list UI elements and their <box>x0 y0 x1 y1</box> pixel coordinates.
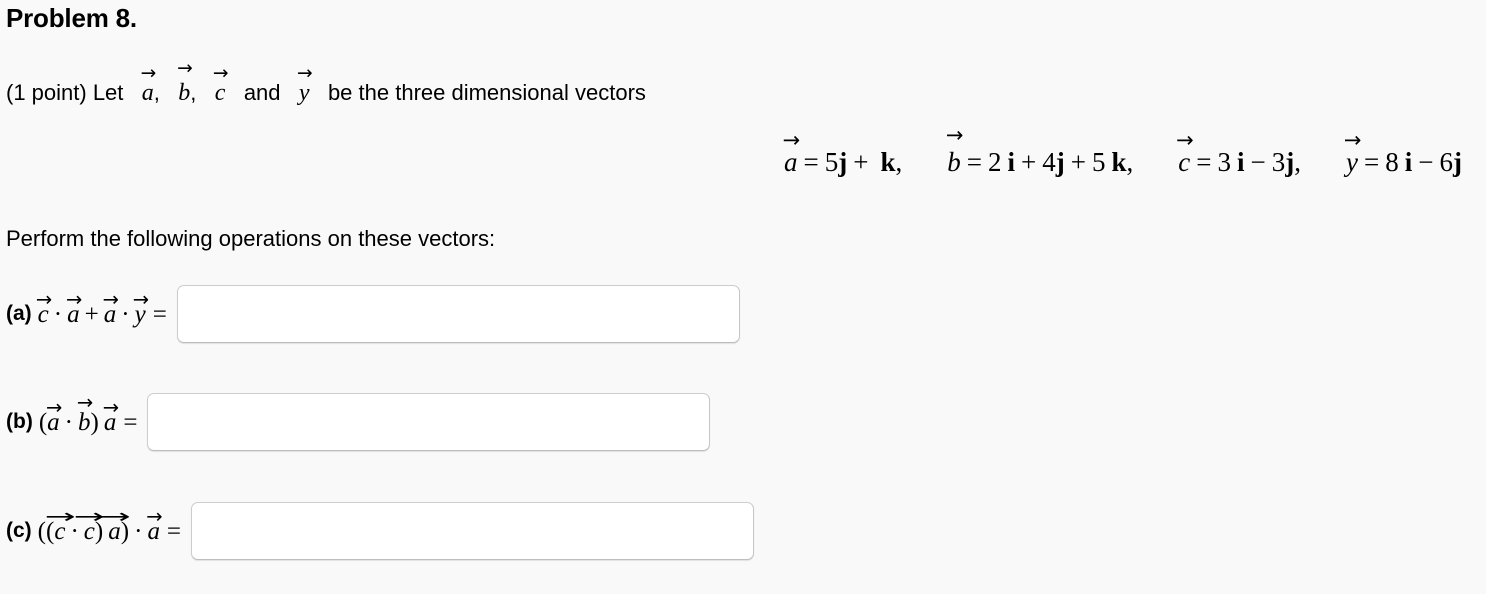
vector-c-symbol: → c <box>35 287 53 328</box>
definition-a: → a = 5j + k, <box>783 129 903 177</box>
part-c-expression: ((→ c · → c) → a) · → a = <box>37 504 181 545</box>
definition-c: → c = 3 i −3j, <box>1176 129 1301 177</box>
plus-sign: + <box>1021 147 1037 177</box>
vector-a-symbol: → a <box>98 504 131 545</box>
close-paren: ) <box>90 408 99 436</box>
vector-a-inline: → a <box>140 62 157 106</box>
plus-operator: + <box>84 300 99 328</box>
dot-operator: · <box>121 300 130 328</box>
unit-k: k <box>880 147 896 177</box>
vector-y-symbol: → y <box>132 287 150 328</box>
close-paren: ) <box>94 517 104 545</box>
definition-y: → y = 8 i −6j <box>1344 129 1462 177</box>
coef-8: 8 <box>1385 147 1399 177</box>
minus-sign: − <box>1418 147 1434 177</box>
vector-c-inline: → c <box>212 62 229 106</box>
vector-a-symbol: → a <box>102 395 119 436</box>
equals-sign: = <box>1196 147 1212 177</box>
vector-c-symbol: → c <box>44 504 76 545</box>
page-title: Problem 8. <box>6 3 137 33</box>
unit-i: i <box>1237 147 1245 177</box>
problem-intro-line: (1 point) Let → a, → b, → c and → y be the t… <box>6 57 646 110</box>
plus-sign: + <box>1070 147 1086 177</box>
equals-sign: = <box>166 517 181 545</box>
answer-row-c: (c) ((→ c · → c) → a) · → a = <box>6 502 754 560</box>
part-label-a: (a) <box>6 302 32 325</box>
answer-input-a[interactable] <box>176 285 740 343</box>
comma: , <box>895 147 903 177</box>
vector-arrow-icon: → <box>177 57 193 79</box>
intro-comma-1: , <box>153 80 160 105</box>
close-paren: ) <box>120 517 130 545</box>
answer-row-a: (a) → c · → a + → a · → y = <box>6 285 740 343</box>
intro-tail: be the three dimensional vectors <box>327 80 646 105</box>
dot-operator: · <box>53 300 63 328</box>
unit-i: i <box>1007 147 1015 177</box>
unit-j: j <box>1453 147 1462 177</box>
vector-b-symbol: → b <box>76 390 94 436</box>
instruction-text: Perform the following operations on thes… <box>6 226 496 251</box>
answer-input-b[interactable] <box>147 393 711 451</box>
plus-sign: + <box>853 147 869 177</box>
dot-operator: · <box>64 408 73 436</box>
vector-y-symbol: → y <box>1343 127 1362 177</box>
dot-operator: · <box>134 517 143 545</box>
coef-2: 2 <box>987 147 1002 177</box>
minus-sign: − <box>1250 147 1266 177</box>
vector-arrow-icon: → <box>945 121 964 147</box>
answer-input-c[interactable] <box>191 502 754 560</box>
unit-k: k <box>1111 147 1127 177</box>
equals-sign: = <box>152 300 167 328</box>
intro-and: and <box>243 80 281 105</box>
unit-i: i <box>1404 147 1413 177</box>
vector-b-inline: → b <box>177 57 193 106</box>
vector-a-symbol: → a <box>65 287 83 328</box>
open-paren: ( <box>46 517 55 545</box>
vector-b-symbol: → b <box>945 121 964 177</box>
open-paren: ( <box>37 517 46 545</box>
equals-sign: = <box>123 408 138 436</box>
part-label-b: (b) <box>6 410 33 433</box>
comma: , <box>1126 147 1134 177</box>
equals-sign: = <box>803 147 819 177</box>
comma: , <box>1294 147 1301 177</box>
points-prefix: (1 point) Let <box>6 80 124 105</box>
coef-3: 3 <box>1271 147 1286 177</box>
unit-j: j <box>1285 147 1295 177</box>
vector-a-symbol: → a <box>782 127 801 177</box>
vector-a-symbol: → a <box>45 395 63 436</box>
unit-j: j <box>1055 147 1065 177</box>
vector-a-symbol: → a <box>146 504 163 545</box>
vector-a-symbol: → a <box>102 287 119 328</box>
dot-operator: · <box>70 517 79 545</box>
part-a-expression: → c · → a + → a · → y = <box>35 287 167 328</box>
vector-c-symbol: → c <box>73 504 105 545</box>
part-label-c: (c) <box>6 519 32 542</box>
coef-5: 5 <box>824 147 839 177</box>
answer-row-b: (b) (→ a · → b) → a = <box>6 390 711 451</box>
definition-b: → b = 2 i +4j +5 k, <box>946 124 1134 177</box>
coef-4: 4 <box>1042 147 1056 177</box>
coef-5: 5 <box>1091 147 1106 177</box>
intro-comma-2: , <box>190 80 197 105</box>
equals-sign: = <box>966 147 982 177</box>
coef-6: 6 <box>1439 147 1454 177</box>
vector-y-inline: → y <box>297 62 313 106</box>
part-b-expression: (→ a · → b) → a = <box>38 390 138 436</box>
vector-c-symbol: → c <box>1176 127 1194 177</box>
unit-j: j <box>838 147 848 177</box>
vector-definitions-equation: → a = 5j + k, → b = 2 i +4j +5 k, → c = 3 i −3j, → y = 8 i −6j <box>0 124 1462 182</box>
equals-sign: = <box>1364 147 1380 177</box>
coef-3: 3 <box>1217 147 1232 177</box>
open-paren: ( <box>38 408 48 436</box>
